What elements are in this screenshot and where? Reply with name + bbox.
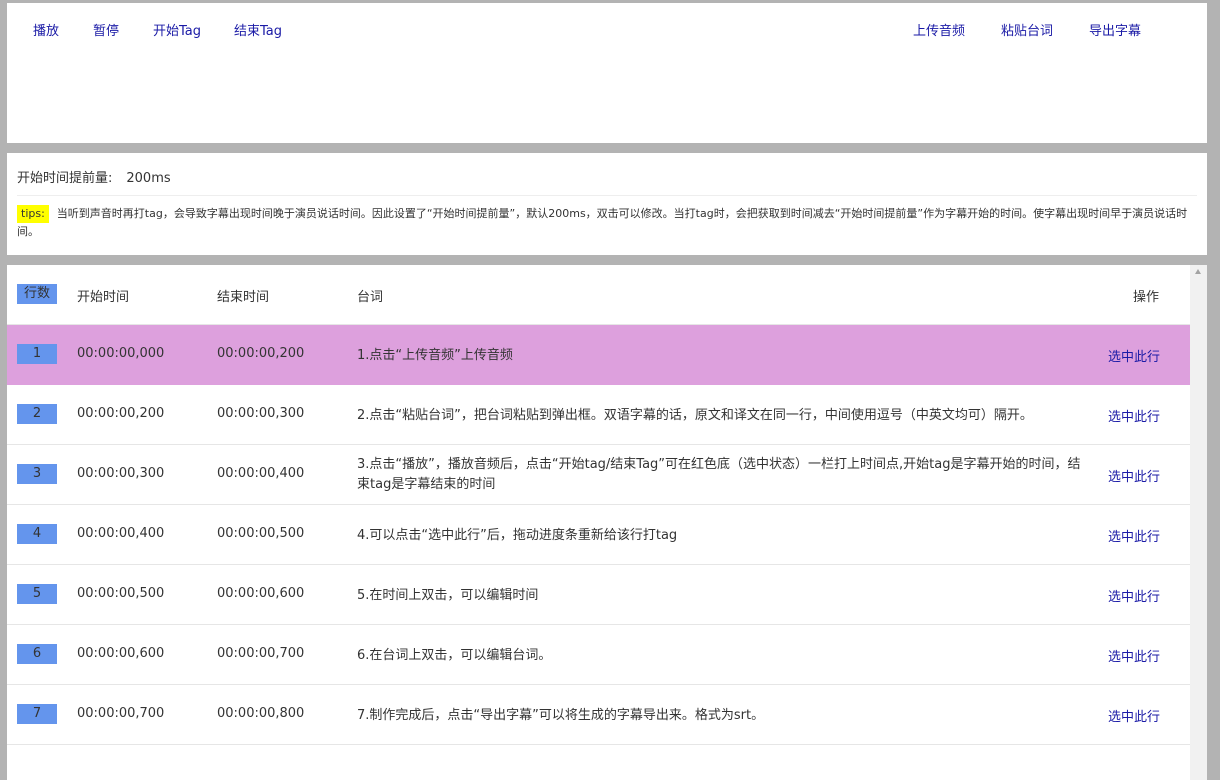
line-text-cell[interactable]: 6.在台词上双击，可以编辑台词。 [357, 646, 1082, 666]
subtitle-table: 行数 开始时间 结束时间 台词 操作 1 00:00:00,000 00:00:… [7, 265, 1190, 780]
start-time-cell[interactable]: 00:00:00,400 [77, 526, 164, 541]
end-time-cell[interactable]: 00:00:00,500 [217, 526, 304, 541]
table-row[interactable]: 2 00:00:00,200 00:00:00,300 2.点击“粘贴台词”，把… [7, 385, 1190, 445]
line-text-cell[interactable]: 3.点击“播放”，播放音频后，点击“开始tag/结束Tag”可在红色底（选中状态… [357, 455, 1082, 495]
start-time-cell[interactable]: 00:00:00,000 [77, 346, 164, 361]
start-tag-button[interactable]: 开始Tag [153, 20, 201, 39]
offset-label: 开始时间提前量: [17, 171, 113, 186]
select-row-link[interactable]: 选中此行 [1108, 586, 1160, 605]
row-number-badge: 4 [17, 524, 57, 544]
table-row[interactable]: 3 00:00:00,300 00:00:00,400 3.点击“播放”，播放音… [7, 445, 1190, 505]
select-row-link[interactable]: 选中此行 [1108, 706, 1160, 725]
select-row-link[interactable]: 选中此行 [1108, 346, 1160, 365]
end-time-cell[interactable]: 00:00:00,400 [217, 466, 304, 481]
tips-text: 当听到声音时再打tag，会导致字幕出现时间晚于演员说话时间。因此设置了“开始时间… [17, 207, 1188, 238]
table-row[interactable]: 1 00:00:00,000 00:00:00,200 1.点击“上传音频”上传… [7, 325, 1190, 385]
start-time-cell[interactable]: 00:00:00,300 [77, 466, 164, 481]
header-start-time: 开始时间 [77, 290, 130, 305]
export-subtitle-button[interactable]: 导出字幕 [1089, 20, 1141, 39]
offset-setting: 开始时间提前量: 200ms [17, 167, 171, 186]
select-row-link[interactable]: 选中此行 [1108, 466, 1160, 485]
select-row-link[interactable]: 选中此行 [1108, 646, 1160, 665]
end-tag-button[interactable]: 结束Tag [234, 20, 282, 39]
divider [17, 195, 1197, 196]
end-time-cell[interactable]: 00:00:00,800 [217, 706, 304, 721]
row-number-badge: 2 [17, 404, 57, 424]
table-row[interactable]: 7 00:00:00,700 00:00:00,800 7.制作完成后，点击“导… [7, 685, 1190, 745]
upload-audio-button[interactable]: 上传音频 [913, 20, 965, 39]
header-end-time: 结束时间 [217, 290, 270, 305]
row-number-badge: 3 [17, 464, 57, 484]
row-number-badge: 6 [17, 644, 57, 664]
table-row[interactable]: 5 00:00:00,500 00:00:00,600 5.在时间上双击，可以编… [7, 565, 1190, 625]
row-number-badge: 5 [17, 584, 57, 604]
table-row[interactable]: 4 00:00:00,400 00:00:00,500 4.可以点击“选中此行”… [7, 505, 1190, 565]
header-lines: 台词 [357, 290, 384, 305]
offset-value[interactable]: 200ms [126, 171, 170, 186]
tips-badge: tips: [17, 205, 49, 223]
row-number-badge: 7 [17, 704, 57, 724]
start-time-cell[interactable]: 00:00:00,500 [77, 586, 164, 601]
start-time-cell[interactable]: 00:00:00,600 [77, 646, 164, 661]
vertical-scrollbar[interactable] [1190, 265, 1207, 780]
line-text-cell[interactable]: 1.点击“上传音频”上传音频 [357, 346, 1082, 366]
table-row[interactable]: 6 00:00:00,600 00:00:00,700 6.在台词上双击，可以编… [7, 625, 1190, 685]
end-time-cell[interactable]: 00:00:00,200 [217, 346, 304, 361]
settings-panel: 开始时间提前量: 200ms tips: 当听到声音时再打tag，会导致字幕出现时间… [7, 153, 1207, 255]
line-text-cell[interactable]: 7.制作完成后，点击“导出字幕”可以将生成的字幕导出来。格式为srt。 [357, 706, 1082, 726]
scroll-up-arrow-icon[interactable] [1195, 269, 1201, 274]
end-time-cell[interactable]: 00:00:00,300 [217, 406, 304, 421]
table-header: 行数 开始时间 结束时间 台词 操作 [7, 265, 1190, 325]
header-action: 操作 [1133, 290, 1160, 305]
play-button[interactable]: 播放 [33, 20, 59, 39]
select-row-link[interactable]: 选中此行 [1108, 526, 1160, 545]
tips-box: tips: 当听到声音时再打tag，会导致字幕出现时间晚于演员说话时间。因此设置了… [17, 205, 1192, 241]
line-text-cell[interactable]: 4.可以点击“选中此行”后，拖动进度条重新给该行打tag [357, 526, 1082, 546]
paste-lines-button[interactable]: 粘贴台词 [1001, 20, 1053, 39]
pause-button[interactable]: 暂停 [93, 20, 119, 39]
line-text-cell[interactable]: 2.点击“粘贴台词”，把台词粘贴到弹出框。双语字幕的话，原文和译文在同一行，中间… [357, 406, 1082, 426]
row-number-badge: 1 [17, 344, 57, 364]
end-time-cell[interactable]: 00:00:00,700 [217, 646, 304, 661]
line-text-cell[interactable]: 5.在时间上双击，可以编辑时间 [357, 586, 1082, 606]
select-row-link[interactable]: 选中此行 [1108, 406, 1160, 425]
end-time-cell[interactable]: 00:00:00,600 [217, 586, 304, 601]
toolbar-panel: 播放 暂停 开始Tag 结束Tag 上传音频 粘贴台词 导出字幕 [7, 3, 1207, 143]
header-row-num: 行数 [17, 284, 57, 304]
start-time-cell[interactable]: 00:00:00,200 [77, 406, 164, 421]
start-time-cell[interactable]: 00:00:00,700 [77, 706, 164, 721]
